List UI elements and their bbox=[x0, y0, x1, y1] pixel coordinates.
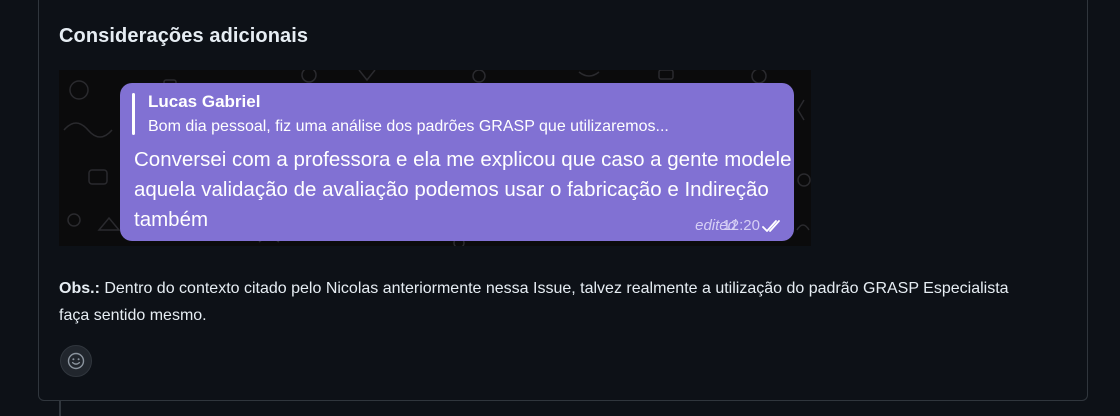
smiley-icon bbox=[67, 352, 85, 370]
reply-quote-bar bbox=[132, 93, 135, 135]
double-check-icon bbox=[762, 220, 780, 232]
obs-text: Dentro do contexto citado pelo Nicolas a… bbox=[59, 280, 1009, 324]
embedded-chat-screenshot[interactable]: Lucas Gabriel Bom dia pessoal, fiz uma a… bbox=[59, 70, 811, 246]
comment-card: Considerações adicionais Lucas Gabriel B… bbox=[38, 0, 1088, 401]
reply-snippet: Bom dia pessoal, fiz uma análise dos pad… bbox=[148, 118, 669, 135]
reply-author: Lucas Gabriel bbox=[148, 92, 261, 111]
obs-paragraph: Obs.: Dentro do contexto citado pelo Nic… bbox=[59, 275, 1019, 329]
obs-label: Obs.: bbox=[59, 280, 100, 297]
message-time: 12:20 bbox=[722, 217, 760, 234]
timeline-line bbox=[59, 400, 61, 416]
comment-heading: Considerações adicionais bbox=[59, 25, 309, 47]
chat-message-bubble: Lucas Gabriel Bom dia pessoal, fiz uma a… bbox=[120, 83, 794, 241]
add-reaction-button[interactable] bbox=[60, 345, 92, 377]
